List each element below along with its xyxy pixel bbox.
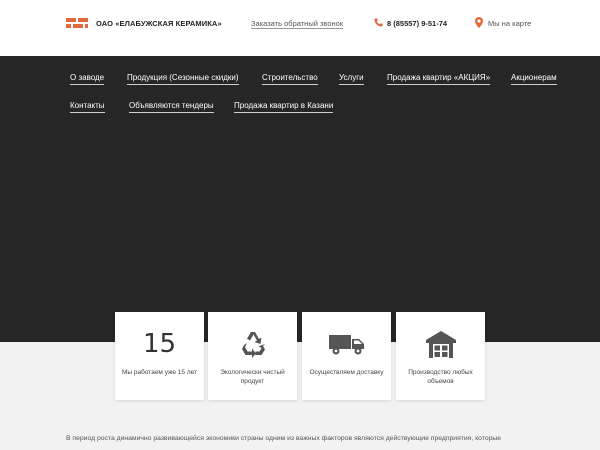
nav-item-products[interactable]: Продукция (Сезонные скидки)	[127, 73, 239, 85]
feature-card-experience: 15 Мы работаем уже 15 лет	[115, 312, 204, 400]
feature-label: Мы работаем уже 15 лет	[121, 369, 198, 376]
map-link[interactable]: Мы на карте	[488, 19, 531, 28]
delivery-truck-icon	[328, 335, 364, 355]
years-number: 15	[142, 329, 177, 359]
warehouse-icon	[425, 331, 456, 358]
nav-item-apartments-kazan[interactable]: Продажа квартир в Казани	[234, 101, 334, 113]
feature-card-delivery: Осуществляем доставку	[302, 312, 391, 400]
site-header: ОАО «ЕЛАБУЖСКАЯ КЕРАМИКА» Заказать обрат…	[0, 0, 600, 56]
intro-paragraph: В период роста динамично развивающейся э…	[66, 435, 502, 442]
brick-logo-icon[interactable]	[66, 18, 88, 30]
nav-item-services[interactable]: Услуги	[339, 73, 364, 85]
feature-label: Экологически чистый продукт	[220, 369, 285, 385]
nav-item-tenders[interactable]: Объявляются тендеры	[129, 101, 214, 113]
feature-label: Осуществляем доставку	[309, 369, 384, 376]
nav-item-contacts[interactable]: Контакты	[70, 101, 105, 113]
nav-item-shareholders[interactable]: Акционерам	[511, 73, 557, 85]
phone-icon	[374, 18, 383, 27]
company-name[interactable]: ОАО «ЕЛАБУЖСКАЯ КЕРАМИКА»	[96, 19, 222, 28]
nav-item-apartments-sale[interactable]: Продажа квартир «АКЦИЯ»	[387, 73, 491, 85]
nav-item-construction[interactable]: Строительство	[262, 73, 318, 85]
feature-card-production: Производство любых объемов	[396, 312, 485, 400]
feature-label: Производство любых объемов	[408, 369, 473, 385]
hero-banner: О заводе Продукция (Сезонные скидки) Стр…	[0, 56, 600, 342]
nav-item-about[interactable]: О заводе	[70, 73, 105, 85]
recycle-icon	[241, 332, 265, 358]
feature-card-eco: Экологически чистый продукт	[208, 312, 297, 400]
callback-link[interactable]: Заказать обратный звонок	[251, 19, 344, 29]
phone-number[interactable]: 8 (85557) 9-51-74	[387, 19, 447, 28]
map-pin-icon	[475, 17, 483, 28]
